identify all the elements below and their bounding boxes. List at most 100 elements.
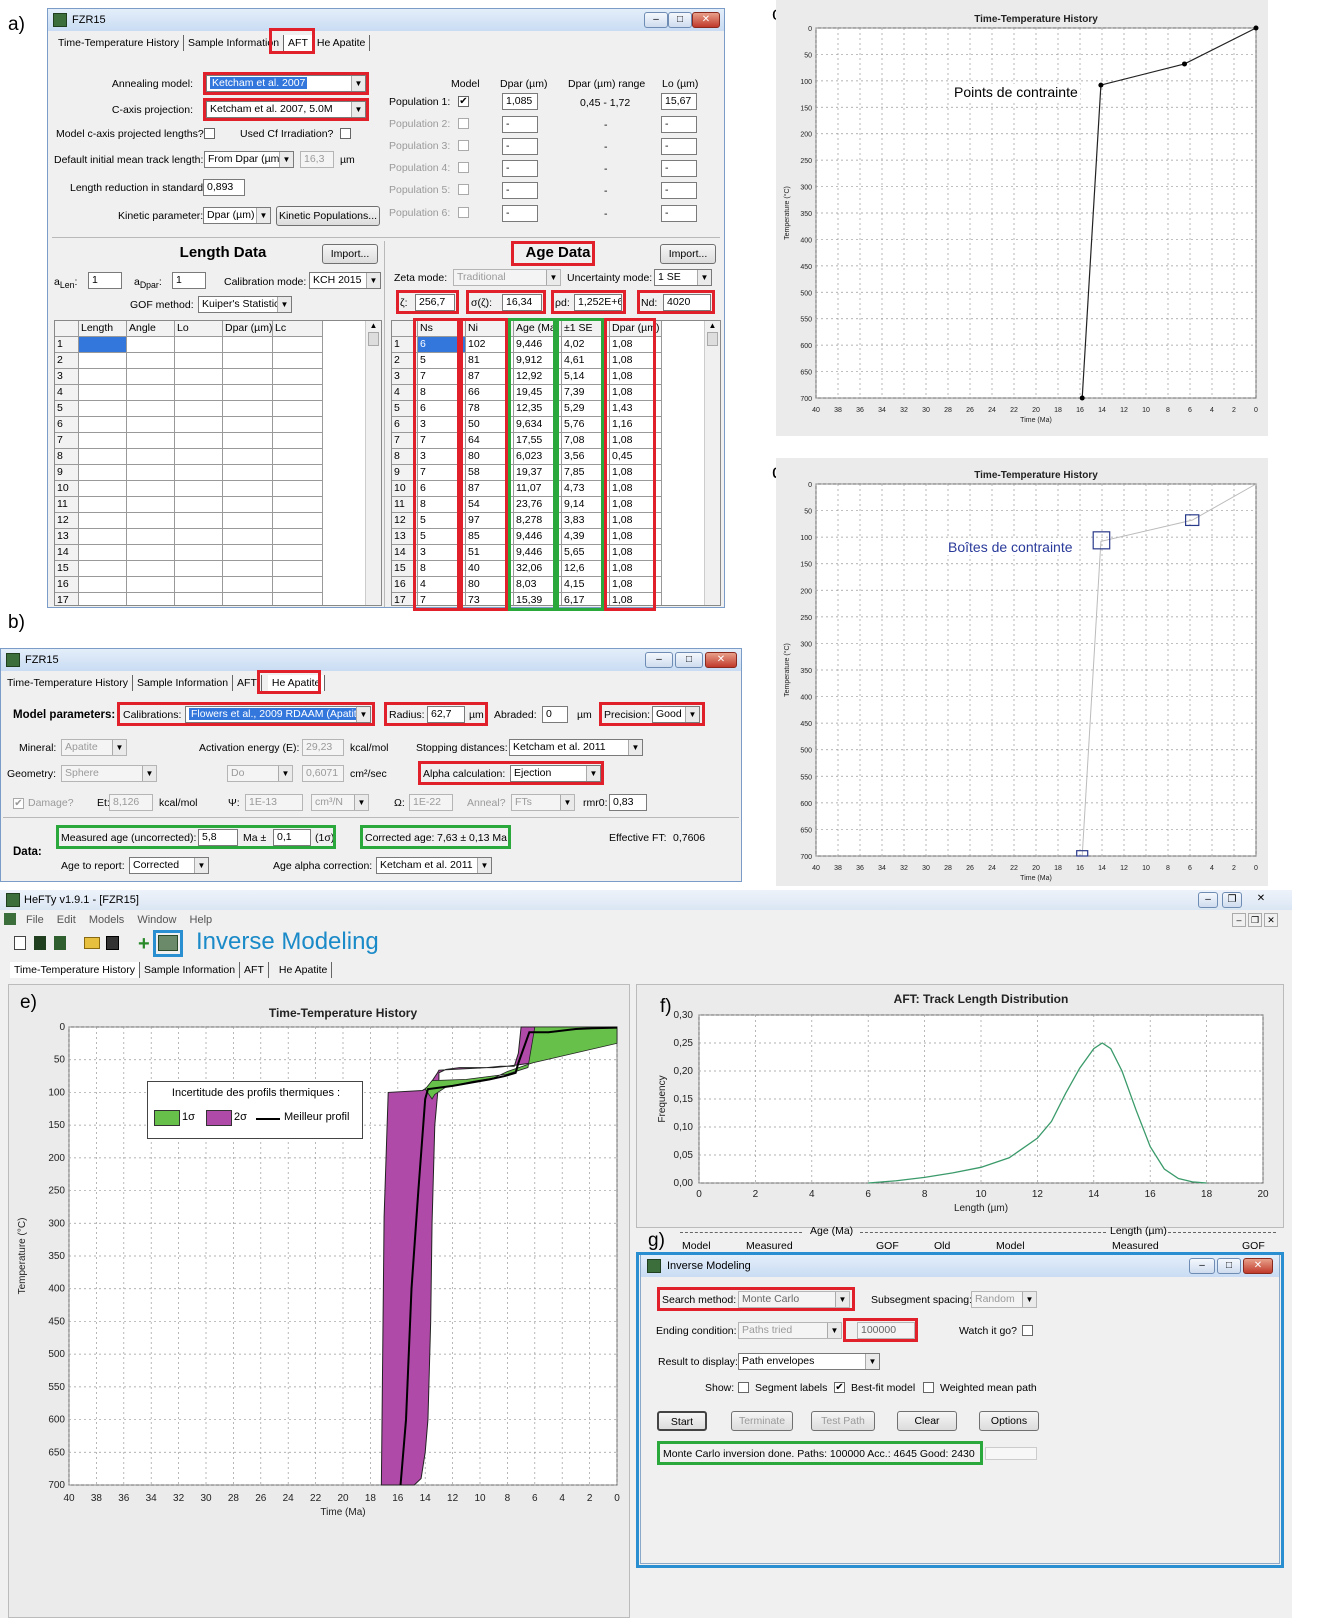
length-cell[interactable] <box>127 353 175 369</box>
length-cell[interactable] <box>223 577 273 593</box>
age-cell[interactable]: 78 <box>466 401 514 417</box>
age-cell[interactable]: 1,08 <box>610 433 662 449</box>
options-button[interactable]: Options <box>979 1411 1039 1431</box>
minimize-icon[interactable]: – <box>1189 1258 1215 1274</box>
age-cell[interactable]: 9,912 <box>514 353 562 369</box>
rmr0-input[interactable]: 0,83 <box>609 794 647 811</box>
anneal-select[interactable]: FTs ▼ <box>511 794 575 811</box>
length-cell[interactable] <box>175 545 223 561</box>
precision-select[interactable]: Good ▼ <box>652 706 700 723</box>
radius-input[interactable]: 62,7 <box>427 706 465 723</box>
length-cell[interactable] <box>273 593 323 605</box>
length-cell[interactable] <box>127 369 175 385</box>
length-cell[interactable] <box>79 545 127 561</box>
length-cell[interactable] <box>273 513 323 529</box>
tab-sample-information[interactable]: Sample Information <box>184 35 285 51</box>
age-cell[interactable]: 64 <box>466 433 514 449</box>
length-cell[interactable] <box>223 417 273 433</box>
length-cell[interactable] <box>273 529 323 545</box>
age-cell[interactable]: 12,6 <box>562 561 610 577</box>
length-cell[interactable] <box>223 385 273 401</box>
close-icon[interactable]: ✕ <box>1250 892 1272 908</box>
population-4-dpar[interactable]: - <box>502 160 538 177</box>
age-cell[interactable]: 9,446 <box>514 545 562 561</box>
close-icon[interactable]: ✕ <box>705 652 737 668</box>
menu-window[interactable]: Window <box>137 914 176 926</box>
mdi-close-icon[interactable]: ✕ <box>1264 913 1278 927</box>
result-to-display-select[interactable]: Path envelopes ▼ <box>738 1353 880 1370</box>
length-cell[interactable] <box>79 529 127 545</box>
age-cell[interactable]: 1,08 <box>610 337 662 353</box>
age-cell[interactable]: 12,92 <box>514 369 562 385</box>
age-cell[interactable]: 7,08 <box>562 433 610 449</box>
inverse-model-icon[interactable] <box>158 935 178 951</box>
length-cell[interactable] <box>273 465 323 481</box>
length-cell[interactable] <box>273 545 323 561</box>
length-cell[interactable] <box>223 593 273 605</box>
activation-energy-input[interactable]: 29,23 <box>302 739 344 756</box>
length-cell[interactable] <box>273 385 323 401</box>
measured-age-input[interactable]: 5,8 <box>198 829 238 846</box>
age-cell[interactable]: 66 <box>466 385 514 401</box>
scroll-thumb[interactable] <box>707 332 718 346</box>
maximize-icon[interactable]: □ <box>668 12 692 28</box>
length-cell[interactable] <box>175 593 223 605</box>
population-6-dpar[interactable]: - <box>502 205 538 222</box>
length-cell[interactable] <box>273 353 323 369</box>
age-cell[interactable]: 102 <box>466 337 514 353</box>
age-cell[interactable]: 4,73 <box>562 481 610 497</box>
length-cell[interactable] <box>223 529 273 545</box>
length-cell[interactable] <box>273 401 323 417</box>
mdi-restore-icon[interactable]: ❐ <box>1248 913 1262 927</box>
age-cell[interactable]: 7 <box>418 593 466 605</box>
population-6-checkbox[interactable] <box>458 207 469 218</box>
length-cell[interactable] <box>79 561 127 577</box>
population-2-checkbox[interactable] <box>458 118 469 129</box>
length-cell[interactable] <box>223 401 273 417</box>
minimize-icon[interactable]: – <box>644 12 668 28</box>
population-5-checkbox[interactable] <box>458 184 469 195</box>
age-cell[interactable]: 5 <box>418 353 466 369</box>
uncertainty-mode-select[interactable]: 1 SE ▼ <box>654 269 712 286</box>
menu-edit[interactable]: Edit <box>57 914 76 926</box>
length-cell[interactable] <box>175 449 223 465</box>
age-cell[interactable]: 58 <box>466 465 514 481</box>
length-cell[interactable] <box>127 337 175 353</box>
gof-method-select[interactable]: Kuiper's Statistic ▼ <box>198 296 292 313</box>
age-cell[interactable]: 5 <box>418 513 466 529</box>
age-cell[interactable]: 5,14 <box>562 369 610 385</box>
age-cell[interactable]: 1,16 <box>610 417 662 433</box>
length-cell[interactable] <box>175 337 223 353</box>
length-import-button[interactable]: Import... <box>322 244 378 264</box>
length-cell[interactable] <box>79 433 127 449</box>
length-cell[interactable] <box>175 401 223 417</box>
length-data-grid[interactable]: Length Angle Lo Dpar (µm) Lc 1 2 3 4 5 6 7 8 9 10 11 12 1… <box>54 320 382 606</box>
length-cell[interactable] <box>223 545 273 561</box>
age-cell[interactable]: 19,45 <box>514 385 562 401</box>
length-cell[interactable] <box>175 561 223 577</box>
menu-models[interactable]: Models <box>89 914 124 926</box>
length-cell[interactable] <box>79 337 127 353</box>
geometry-select[interactable]: Sphere ▼ <box>61 765 157 782</box>
age-cell[interactable]: 8,03 <box>514 577 562 593</box>
length-cell[interactable] <box>223 433 273 449</box>
age-cell[interactable]: 9,634 <box>514 417 562 433</box>
age-data-grid[interactable]: Ns Ni Age (Ma) ±1 SE Dpar (µm) 1 6 102 9,446 4,02… <box>391 320 721 606</box>
calibrations-select[interactable]: Flowers et al., 2009 RDAAM (Apatite) ▼ <box>185 706 371 723</box>
age-cell[interactable]: 5,76 <box>562 417 610 433</box>
age-cell[interactable]: 1,08 <box>610 513 662 529</box>
age-cell[interactable]: 54 <box>466 497 514 513</box>
length-cell[interactable] <box>127 545 175 561</box>
menu-help[interactable]: Help <box>190 914 213 926</box>
maximize-icon[interactable]: □ <box>675 652 703 668</box>
zeta-mode-select[interactable]: Traditional ▼ <box>453 269 561 286</box>
sigma-zeta-input[interactable]: 16,34 <box>502 294 542 311</box>
age-cell[interactable]: 73 <box>466 593 514 605</box>
length-cell[interactable] <box>175 497 223 513</box>
forward-model-icon[interactable]: + <box>138 933 150 956</box>
length-cell[interactable] <box>273 369 323 385</box>
age-cell[interactable]: 6 <box>418 481 466 497</box>
kinetic-parameter-select[interactable]: Dpar (µm) ▼ <box>203 207 271 224</box>
model-caxis-checkbox[interactable] <box>204 128 215 139</box>
length-cell[interactable] <box>175 513 223 529</box>
